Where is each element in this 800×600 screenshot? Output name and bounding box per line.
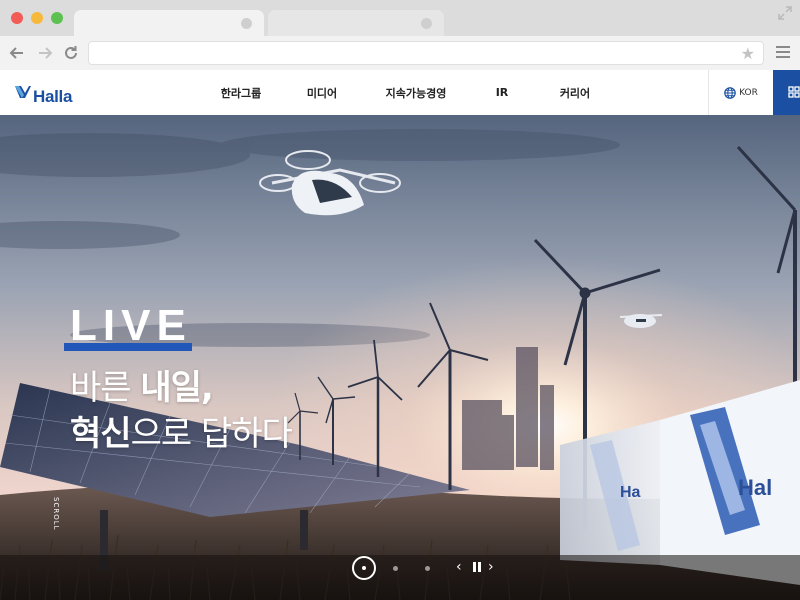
slider-controls: ‹ › (352, 556, 502, 580)
browser-menu-icon[interactable] (776, 46, 790, 58)
main-navigation: 한라그룹 미디어 지속가능경영 IR 커리어 (196, 70, 620, 115)
slide-indicator-active[interactable] (352, 556, 376, 580)
maximize-window-button[interactable] (51, 12, 63, 24)
address-bar[interactable]: ★ (88, 41, 764, 65)
tab-close-icon[interactable] (421, 18, 432, 29)
tab-bar (0, 0, 800, 36)
language-label: KOR (739, 87, 758, 98)
headline-line2-light: 으로 답하다 (130, 414, 293, 454)
site-header: Halla 한라그룹 미디어 지속가능경영 IR 커리어 KOR (0, 70, 800, 115)
container-logo-1: Ha (620, 484, 641, 501)
browser-chrome: ★ (0, 0, 800, 70)
forward-arrow-icon[interactable] (36, 44, 54, 62)
globe-icon (724, 86, 736, 99)
nav-item-career[interactable]: 커리어 (530, 85, 620, 101)
tab-close-icon[interactable] (241, 18, 252, 29)
language-selector[interactable]: KOR (708, 70, 773, 115)
browser-toolbar: ★ (0, 36, 800, 70)
close-window-button[interactable] (11, 12, 23, 24)
browser-tab-inactive[interactable] (268, 10, 444, 36)
hero-headline: 바른 내일, 혁신으로 답하다 (70, 365, 293, 457)
container-logo-2: Hal (738, 475, 772, 500)
sitemap-button[interactable] (773, 70, 800, 115)
nav-item-sustainability[interactable]: 지속가능경영 (358, 85, 474, 101)
halla-logo-mark-icon (15, 86, 31, 98)
headline-line1-light: 바른 (70, 368, 141, 408)
headline-line2-bold: 혁신 (70, 414, 132, 454)
slide-prev-icon[interactable]: ‹ (456, 559, 462, 575)
nav-item-group[interactable]: 한라그룹 (196, 85, 286, 101)
hero-section: Ha Hal LIVE 바른 내일, 혁신으로 답하다 SCROLL ‹ › (0, 115, 800, 600)
fullscreen-icon[interactable] (778, 6, 792, 20)
back-arrow-icon[interactable] (8, 44, 26, 62)
minimize-window-button[interactable] (31, 12, 43, 24)
scroll-indicator[interactable]: SCROLL (52, 497, 60, 531)
bookmark-star-icon[interactable]: ★ (741, 44, 755, 64)
headline-line1-bold: 내일, (140, 368, 213, 408)
reload-icon[interactable] (62, 44, 80, 62)
logo-text: Halla (33, 87, 73, 106)
browser-tab-active[interactable] (74, 10, 264, 36)
grid-menu-icon (788, 86, 800, 98)
slide-indicator-dot[interactable] (425, 566, 430, 571)
slide-next-icon[interactable]: › (488, 559, 494, 575)
nav-item-ir[interactable]: IR (474, 86, 530, 99)
hero-keyword: LIVE (70, 301, 192, 350)
halla-logo[interactable]: Halla (14, 78, 72, 106)
slide-pause-icon[interactable] (473, 562, 481, 572)
nav-item-media[interactable]: 미디어 (286, 85, 358, 101)
slide-indicator-dot[interactable] (393, 566, 398, 571)
hero-copy: LIVE 바른 내일, 혁신으로 답하다 (64, 301, 293, 457)
